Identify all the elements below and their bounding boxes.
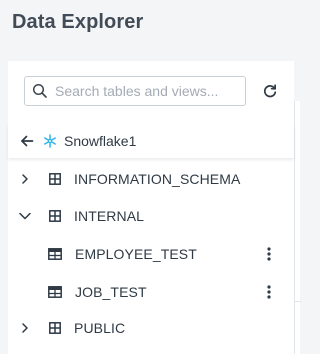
tree-item-job-test[interactable]: JOB_TEST (8, 273, 294, 310)
more-options-icon[interactable] (262, 282, 276, 302)
adjacent-panel-edge (294, 101, 301, 354)
tree-item-label: INTERNAL (74, 207, 145, 224)
schema-grid-icon (48, 172, 62, 186)
explorer-panel: Snowflake1 INFORMATION_SCHEMA INTERNAL E… (8, 61, 294, 354)
tree-item-label: PUBLIC (74, 319, 126, 336)
chevron-right-icon[interactable] (18, 172, 32, 186)
chevron-right-icon[interactable] (18, 321, 32, 335)
back-arrow-icon[interactable] (16, 130, 38, 152)
tree-item-internal[interactable]: INTERNAL (8, 197, 294, 234)
table-icon (48, 247, 62, 261)
page-title: Data Explorer (12, 11, 144, 33)
tree-item-employee-test[interactable]: EMPLOYEE_TEST (8, 235, 294, 272)
refresh-icon (264, 84, 277, 98)
tree-item-information-schema[interactable]: INFORMATION_SCHEMA (8, 160, 294, 197)
search-box[interactable] (24, 76, 246, 106)
tree-item-label: INFORMATION_SCHEMA (74, 170, 241, 187)
chevron-down-icon[interactable] (18, 209, 32, 223)
search-input[interactable] (55, 78, 241, 104)
snowflake-icon (42, 133, 58, 149)
tree-item-public[interactable]: PUBLIC (8, 309, 294, 346)
tree-item-label: JOB_TEST (75, 283, 147, 300)
connection-name: Snowflake1 (64, 133, 137, 149)
more-options-icon[interactable] (262, 244, 276, 264)
tree-item-label: EMPLOYEE_TEST (75, 245, 197, 262)
table-icon (48, 285, 62, 299)
refresh-button[interactable] (258, 79, 282, 103)
connection-row: Snowflake1 (8, 124, 294, 158)
schema-grid-icon (48, 321, 62, 335)
schema-grid-icon (48, 209, 62, 223)
search-icon (25, 77, 55, 105)
